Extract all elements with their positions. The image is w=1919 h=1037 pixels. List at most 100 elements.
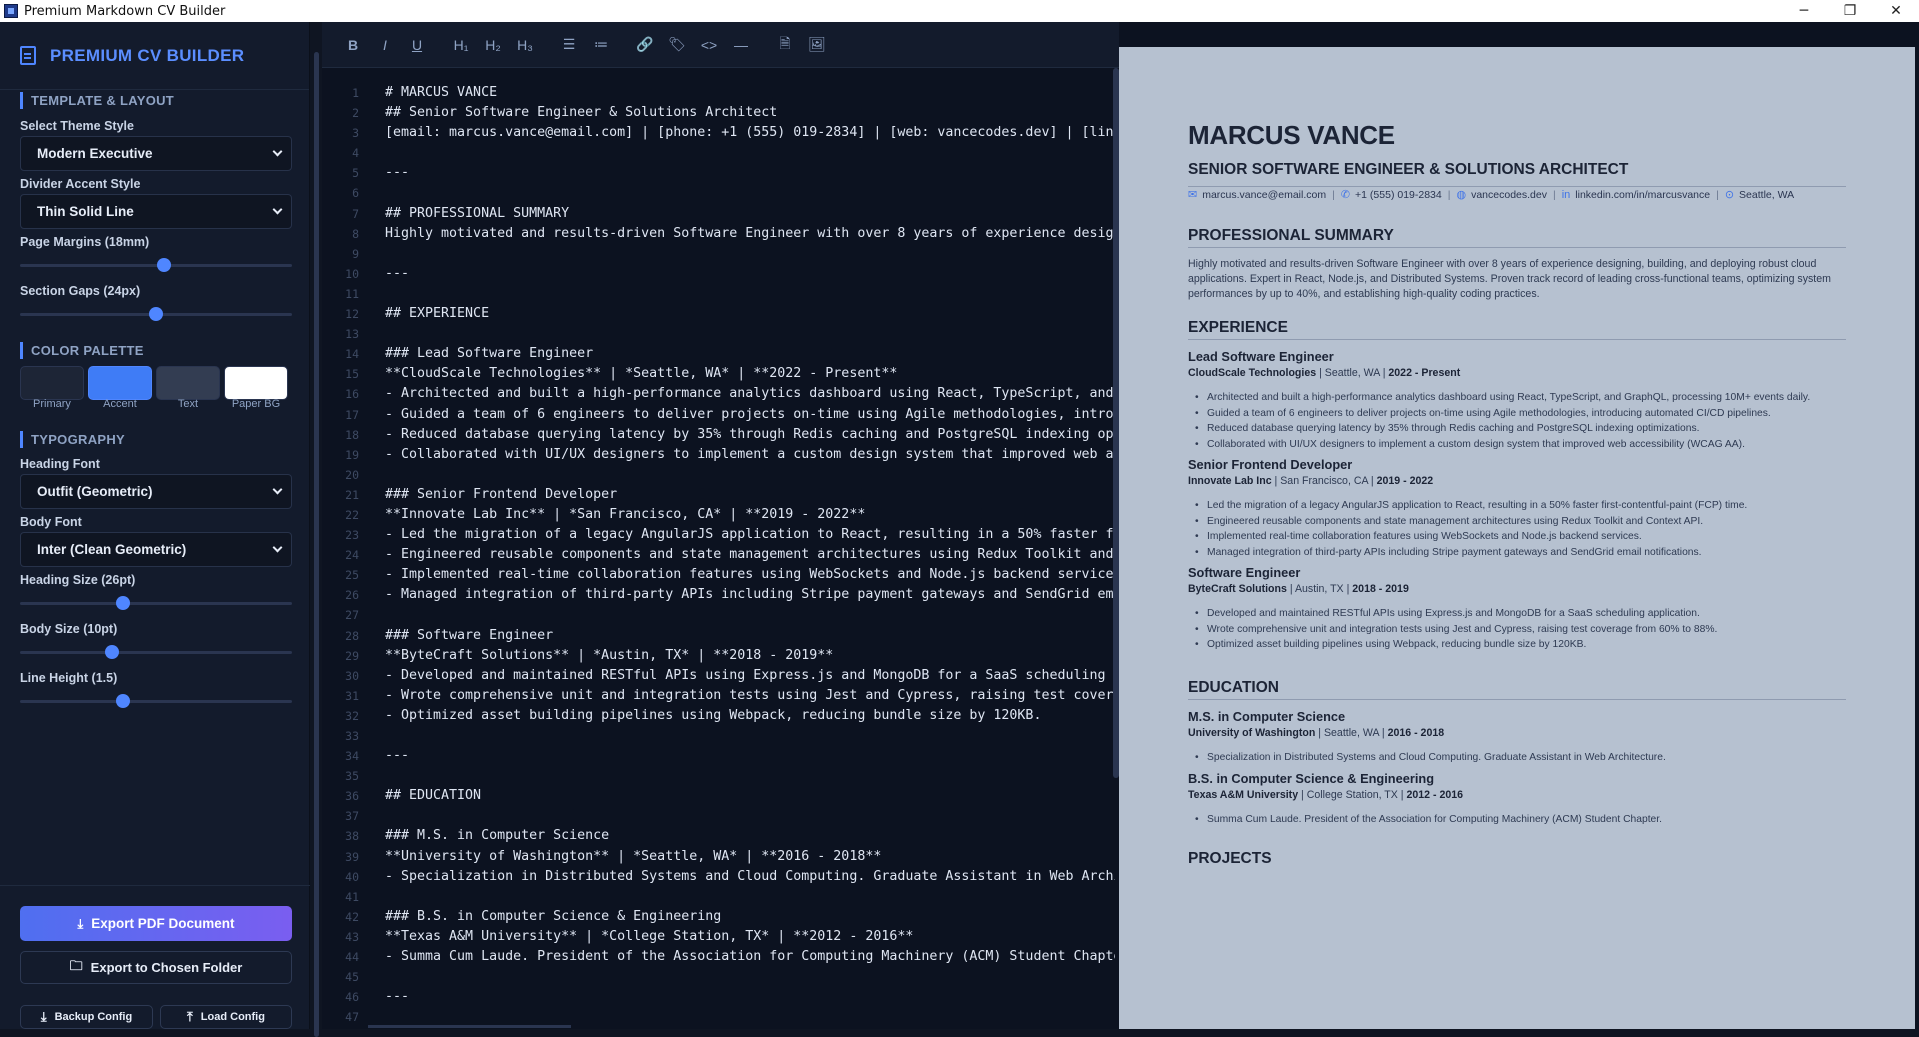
editor-horizontal-scrollbar[interactable] xyxy=(368,1025,571,1028)
summary-text: Highly motivated and results-driven Soft… xyxy=(1188,258,1831,300)
editor-line[interactable]: - Collaborated with UI/UX designers to i… xyxy=(385,445,1115,465)
editor-line[interactable]: - Specialization in Distributed Systems … xyxy=(385,867,1115,887)
page-break-icon[interactable]: 🗎 xyxy=(769,30,801,60)
slider-thumb[interactable] xyxy=(116,694,131,708)
link-icon[interactable]: 🔗 xyxy=(629,30,661,60)
line-height-slider[interactable] xyxy=(20,694,292,708)
editor-line[interactable] xyxy=(385,726,1115,746)
editor-line[interactable]: --- xyxy=(385,264,1115,284)
editor-line[interactable] xyxy=(385,143,1115,163)
editor-line[interactable]: --- xyxy=(385,987,1115,1007)
slider-thumb[interactable] xyxy=(157,258,172,272)
editor-line[interactable]: - Summa Cum Laude. President of the Asso… xyxy=(385,947,1115,967)
editor-line[interactable]: **University of Washington** | *Seattle,… xyxy=(385,847,1115,867)
editor-line[interactable]: - Reduced database querying latency by 3… xyxy=(385,425,1115,445)
editor-line[interactable]: ## Senior Software Engineer & Solutions … xyxy=(385,103,1115,123)
slider-thumb[interactable] xyxy=(149,307,163,321)
editor-line[interactable]: ## PROFESSIONAL SUMMARY xyxy=(385,204,1115,224)
preview-scrollbar[interactable] xyxy=(1915,47,1919,1029)
line-number: 38 xyxy=(345,829,359,844)
backup-config-button[interactable]: ⤓ Backup Config xyxy=(20,1005,153,1029)
editor-line[interactable] xyxy=(385,183,1115,203)
editor-line[interactable]: **ByteCraft Solutions** | *Austin, TX* |… xyxy=(385,646,1115,666)
swatch-text[interactable] xyxy=(156,366,220,400)
scrollbar-thumb[interactable] xyxy=(314,52,319,1037)
cv-title: SENIOR SOFTWARE ENGINEER & SOLUTIONS ARC… xyxy=(1188,161,1629,178)
load-config-button[interactable]: ⤒ Load Config xyxy=(160,1005,292,1029)
editor-line[interactable]: [email: marcus.vance@email.com] | [phone… xyxy=(385,123,1115,143)
swatch-accent[interactable] xyxy=(88,366,152,400)
h1-icon[interactable]: H₁ xyxy=(445,30,477,60)
line-number: 14 xyxy=(345,347,359,362)
editor-line[interactable] xyxy=(385,605,1115,625)
editor-line[interactable] xyxy=(385,284,1115,304)
line-numbers: 1 2 3 4 5 6 7 8 9 10 11 12 13 14 15 16 17 18 19 20 21 22 23 24 2… xyxy=(322,83,362,1027)
editor-line[interactable]: ### M.S. in Computer Science xyxy=(385,826,1115,846)
editor-line[interactable]: - Guided a team of 6 engineers to delive… xyxy=(385,405,1115,425)
editor-line[interactable]: ## EDUCATION xyxy=(385,786,1115,806)
divider-select[interactable]: Thin Solid Line xyxy=(20,194,292,229)
export-folder-button[interactable]: 🗀 Export to Chosen Folder xyxy=(20,951,292,984)
heading-font-select[interactable]: Outfit (Geometric) xyxy=(20,474,292,509)
editor-line[interactable]: ## EXPERIENCE xyxy=(385,304,1115,324)
editor-line[interactable]: - Managed integration of third-party API… xyxy=(385,585,1115,605)
cv-bullet: Engineered reusable components and state… xyxy=(1195,516,1703,527)
slider-thumb[interactable] xyxy=(116,596,131,610)
editor-line[interactable]: ### Lead Software Engineer xyxy=(385,344,1115,364)
line-number: 7 xyxy=(352,206,359,221)
editor-line[interactable]: - Wrote comprehensive unit and integrati… xyxy=(385,686,1115,706)
editor-line[interactable]: **Texas A&M University** | *College Stat… xyxy=(385,927,1115,947)
editor-line[interactable]: --- xyxy=(385,746,1115,766)
editor-line[interactable]: Highly motivated and results-driven Soft… xyxy=(385,224,1115,244)
editor-line[interactable] xyxy=(385,465,1115,485)
bullet-list-icon[interactable]: ☰ xyxy=(553,30,585,60)
code-icon[interactable]: <> xyxy=(693,30,725,60)
image-icon[interactable]: 🖼 xyxy=(801,30,833,60)
line-number: 40 xyxy=(345,869,359,884)
bold-icon[interactable]: B xyxy=(337,30,369,60)
editor-line[interactable] xyxy=(385,967,1115,987)
heading-size-slider[interactable] xyxy=(20,596,292,610)
editor-line[interactable] xyxy=(385,766,1115,786)
sidebar-scrollbar[interactable] xyxy=(312,22,322,1037)
h3-icon[interactable]: H₃ xyxy=(509,30,541,60)
tag-icon[interactable]: 🏷 xyxy=(661,30,693,60)
editor-line[interactable] xyxy=(385,244,1115,264)
editor-line[interactable]: --- xyxy=(385,163,1115,183)
underline-icon[interactable]: U xyxy=(401,30,433,60)
editor-line[interactable]: ### Senior Frontend Developer xyxy=(385,485,1115,505)
editor-line[interactable]: - Developed and maintained RESTful APIs … xyxy=(385,666,1115,686)
export-folder-label: Export to Chosen Folder xyxy=(90,960,243,975)
close-button[interactable]: ✕ xyxy=(1873,0,1919,22)
swatch-paper-bg[interactable] xyxy=(224,366,288,400)
numbered-list-icon[interactable]: ≔ xyxy=(585,30,617,60)
editor-line[interactable]: - Implemented real-time collaboration fe… xyxy=(385,565,1115,585)
gaps-slider[interactable] xyxy=(20,307,292,321)
body-font-select[interactable]: Inter (Clean Geometric) xyxy=(20,532,292,567)
margins-slider[interactable] xyxy=(20,258,292,272)
editor-line[interactable] xyxy=(385,806,1115,826)
maximize-button[interactable]: ❐ xyxy=(1827,0,1873,22)
editor-line[interactable]: - Architected and built a high-performan… xyxy=(385,384,1115,404)
horizontal-rule-icon[interactable]: — xyxy=(725,30,757,60)
body-size-slider[interactable] xyxy=(20,645,292,659)
editor-line[interactable]: - Engineered reusable components and sta… xyxy=(385,545,1115,565)
editor-line[interactable]: ### B.S. in Computer Science & Engineeri… xyxy=(385,907,1115,927)
slider-thumb[interactable] xyxy=(105,645,120,659)
editor-line[interactable]: ### Software Engineer xyxy=(385,626,1115,646)
minimize-button[interactable]: ─ xyxy=(1781,0,1827,22)
editor-line[interactable]: - Optimized asset building pipelines usi… xyxy=(385,706,1115,726)
editor-line[interactable] xyxy=(385,324,1115,344)
editor-line[interactable] xyxy=(385,887,1115,907)
italic-icon[interactable]: I xyxy=(369,30,401,60)
h2-icon[interactable]: H₂ xyxy=(477,30,509,60)
swatch-primary[interactable] xyxy=(20,366,84,400)
editor-line[interactable]: - Led the migration of a legacy AngularJ… xyxy=(385,525,1115,545)
editor-line[interactable]: # MARCUS VANCE xyxy=(385,83,1115,103)
editor-text[interactable]: # MARCUS VANCE ## Senior Software Enginee… xyxy=(385,83,1115,1027)
editor-line[interactable]: **CloudScale Technologies** | *Seattle, … xyxy=(385,364,1115,384)
export-pdf-button[interactable]: ⤓ Export PDF Document xyxy=(20,906,292,941)
theme-select[interactable]: Modern Executive xyxy=(20,136,292,171)
markdown-editor[interactable]: 1 2 3 4 5 6 7 8 9 10 11 12 13 14 15 16 17 18 19 20 21 22 23 24 2… xyxy=(322,68,1119,1029)
editor-line[interactable]: **Innovate Lab Inc** | *San Francisco, C… xyxy=(385,505,1115,525)
